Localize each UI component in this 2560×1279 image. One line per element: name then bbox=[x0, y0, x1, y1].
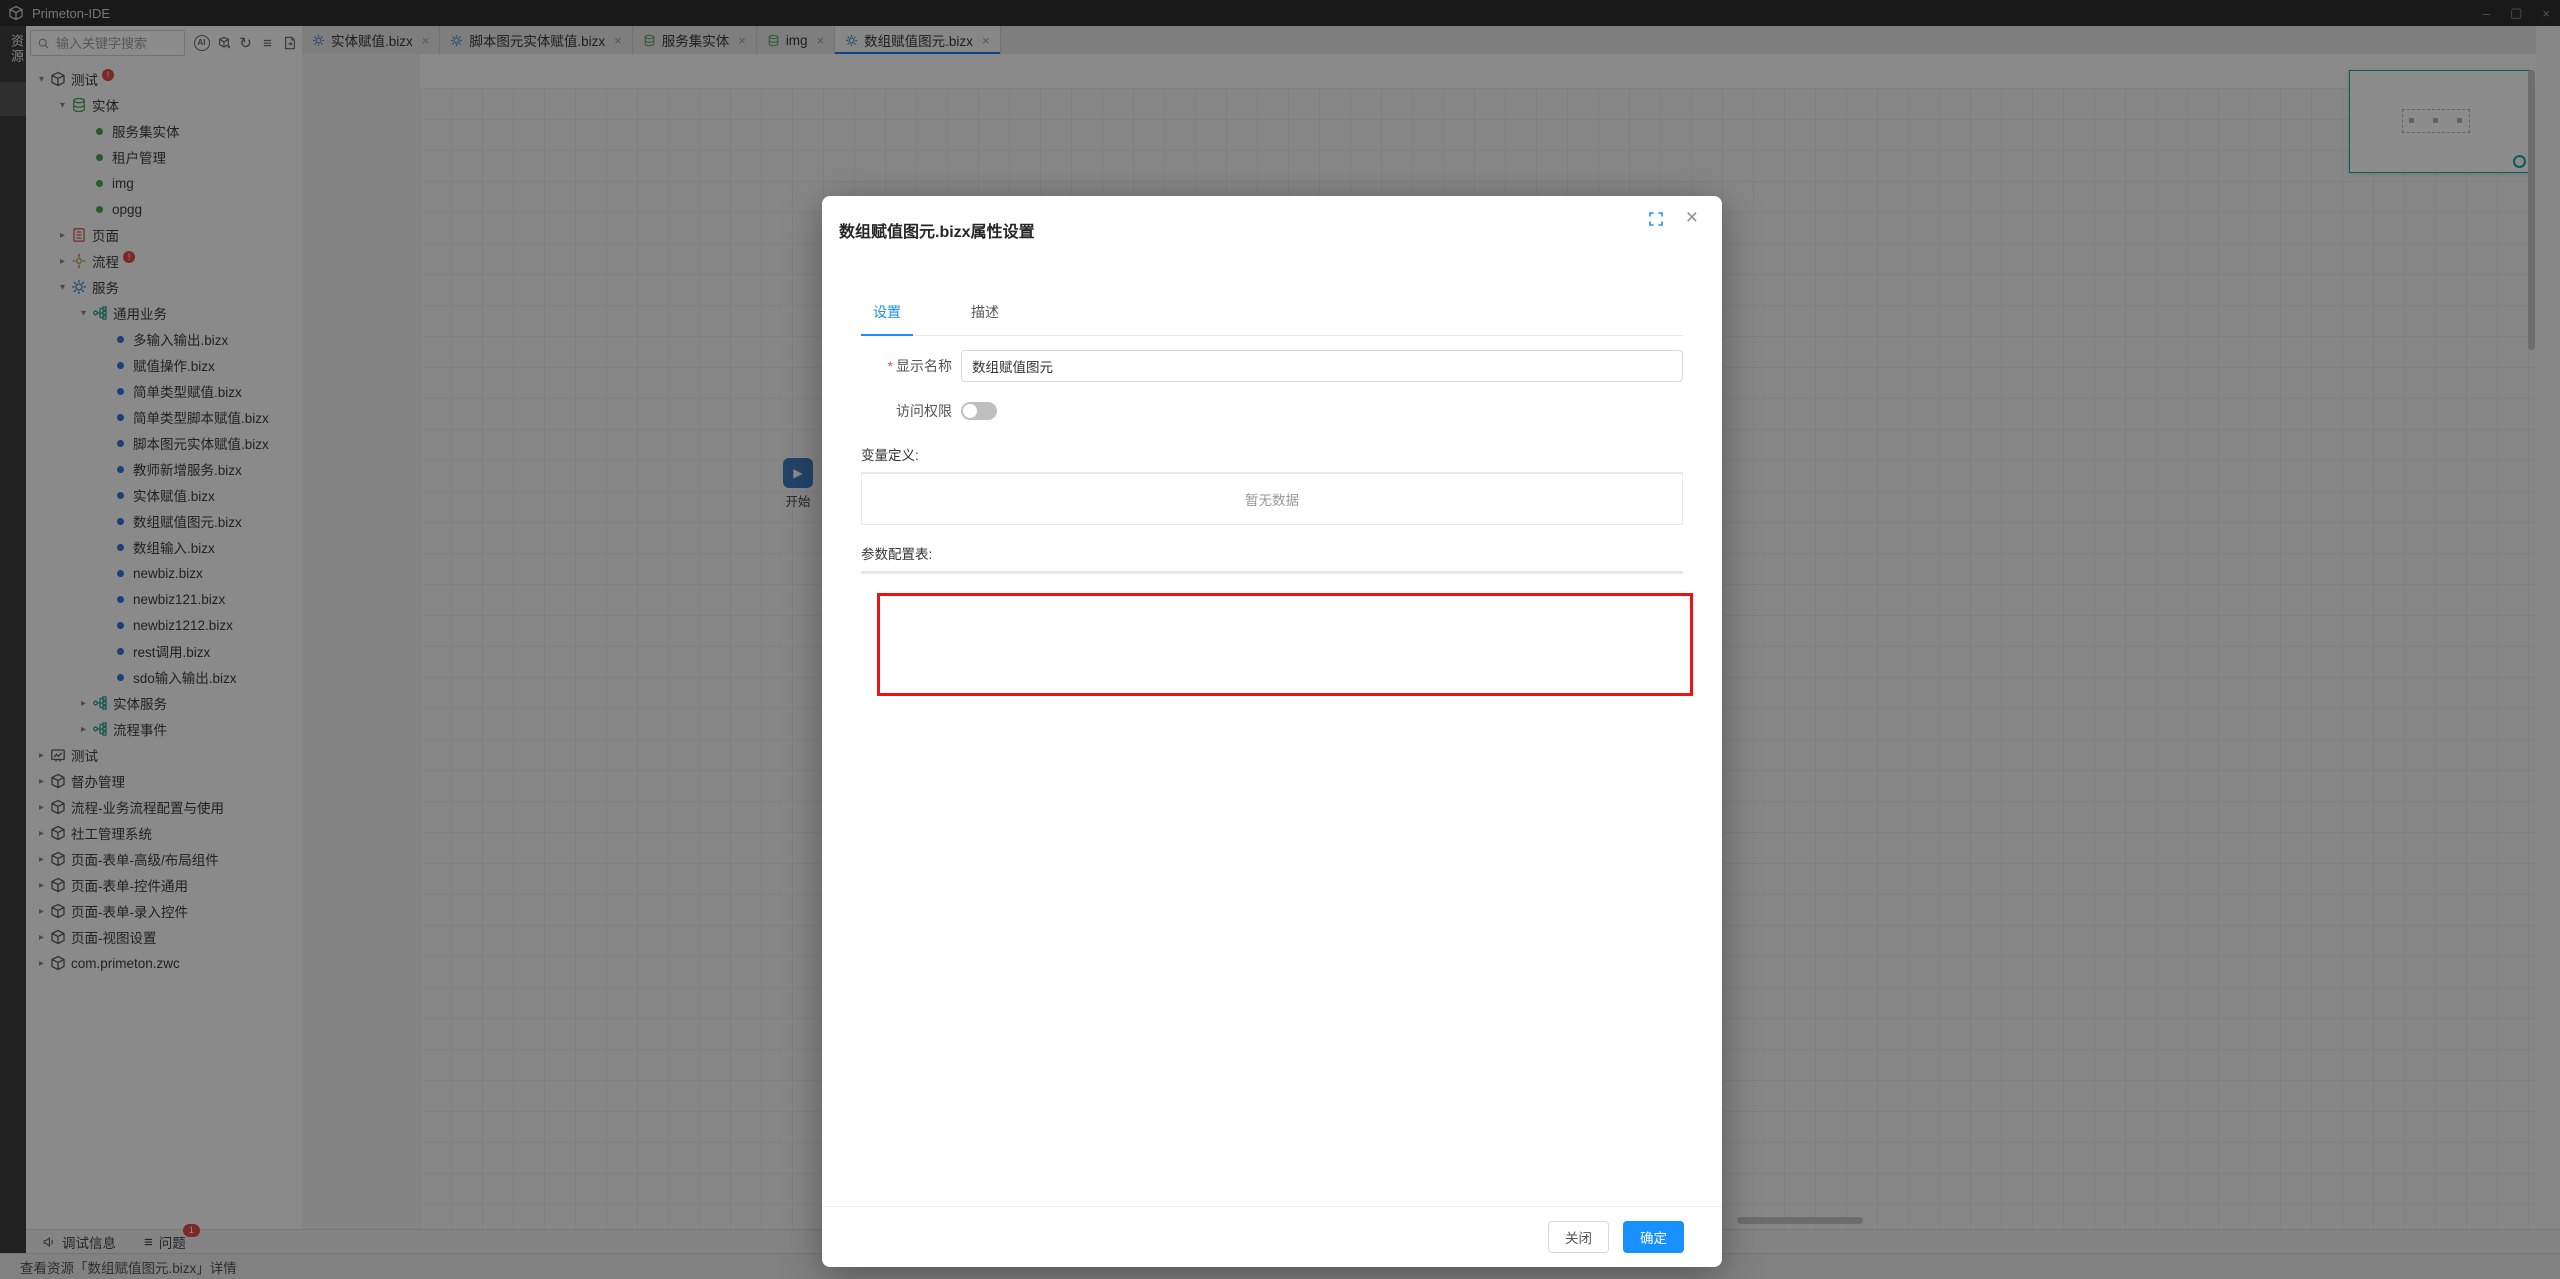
close-button[interactable]: 关闭 bbox=[1548, 1221, 1609, 1253]
params-title: 参数配置表: bbox=[861, 543, 932, 563]
params-table bbox=[861, 571, 1683, 574]
red-annotation-box bbox=[877, 593, 1693, 696]
properties-dialog: 数组赋值图元.bizx属性设置 × 设置 描述 *显示名称 访问权限 变量定义:… bbox=[822, 196, 1722, 1267]
variables-section-header: 变量定义: bbox=[861, 444, 1683, 464]
variables-title: 变量定义: bbox=[861, 444, 919, 464]
access-row: 访问权限 bbox=[861, 400, 1683, 422]
variables-table: 暂无数据 bbox=[861, 472, 1683, 525]
params-table-header bbox=[862, 572, 1682, 573]
params-section-header: 参数配置表: bbox=[861, 543, 1683, 563]
close-icon[interactable]: × bbox=[1686, 207, 1698, 228]
display-name-row: *显示名称 bbox=[861, 350, 1683, 382]
access-label: 访问权限 bbox=[861, 401, 952, 421]
ok-button[interactable]: 确定 bbox=[1623, 1221, 1684, 1253]
tab-description[interactable]: 描述 bbox=[959, 302, 1011, 335]
fullscreen-icon[interactable] bbox=[1648, 211, 1664, 227]
dialog-tabs: 设置 描述 bbox=[861, 302, 1683, 336]
display-name-input[interactable] bbox=[961, 350, 1683, 382]
app-window: Primeton-IDE – ▢ × 资源 AI↻≡ ▾测试!▾实体服务集实体租… bbox=[0, 0, 2560, 1279]
display-name-label: *显示名称 bbox=[861, 356, 952, 376]
variables-empty-state: 暂无数据 bbox=[862, 474, 1682, 524]
toggle-knob bbox=[963, 404, 977, 418]
tab-settings[interactable]: 设置 bbox=[861, 302, 913, 336]
dialog-footer: 关闭 确定 bbox=[822, 1206, 1722, 1267]
required-mark: * bbox=[888, 358, 893, 374]
dialog-header: 数组赋值图元.bizx属性设置 bbox=[822, 196, 1722, 280]
access-toggle[interactable] bbox=[961, 402, 997, 420]
dialog-title: 数组赋值图元.bizx属性设置 bbox=[839, 224, 1035, 241]
